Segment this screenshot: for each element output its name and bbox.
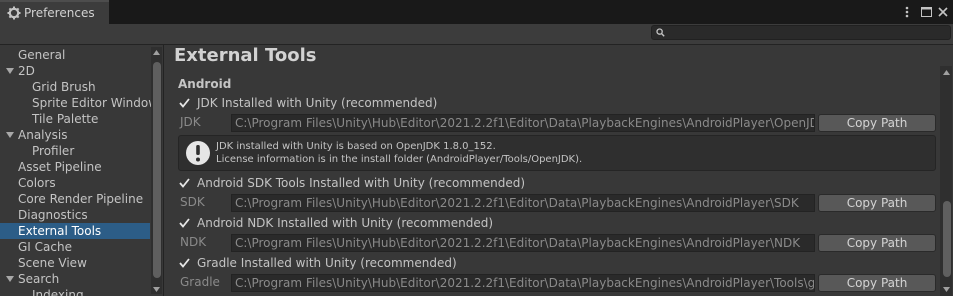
jdk-help-line-2: License information is in the install fo… <box>216 154 583 165</box>
scroll-up-icon[interactable] <box>151 47 162 57</box>
checkbox-checked-icon[interactable] <box>178 97 190 109</box>
ndk-checkbox-label: Android NDK Installed with Unity (recomm… <box>197 216 494 230</box>
sidebar-scroll-thumb[interactable] <box>153 62 161 278</box>
ndk-path-field[interactable]: C:\Program Files\Unity\Hub\Editor\2021.2… <box>231 234 815 252</box>
sidebar-item-tile-palette[interactable]: Tile Palette <box>32 111 98 127</box>
search-icon <box>656 28 665 37</box>
ndk-checkbox-row[interactable]: Android NDK Installed with Unity (recomm… <box>178 215 493 231</box>
close-icon[interactable] <box>936 4 950 20</box>
jdk-checkbox-row[interactable]: JDK Installed with Unity (recommended) <box>178 95 437 111</box>
preferences-content: External Tools Android JDK Installed wit… <box>164 45 953 296</box>
checkbox-checked-icon[interactable] <box>178 177 190 189</box>
ndk-copy-path-button[interactable]: Copy Path <box>818 234 936 252</box>
sidebar-item-asset-pipeline[interactable]: Asset Pipeline <box>18 159 102 175</box>
sidebar: General 2D Grid Brush Sprite Editor Wind… <box>0 45 163 296</box>
sidebar-item-grid-brush[interactable]: Grid Brush <box>32 79 96 95</box>
scroll-down-icon[interactable] <box>941 284 952 294</box>
gradle-checkbox-label: Gradle Installed with Unity (recommended… <box>197 256 457 270</box>
expand-arrow-icon[interactable] <box>6 63 14 79</box>
sidebar-item-indexing[interactable]: Indexing <box>32 287 84 296</box>
search-input[interactable] <box>651 25 951 40</box>
gradle-path-field[interactable]: C:\Program Files\Unity\Hub\Editor\2021.2… <box>231 274 815 292</box>
checkbox-checked-icon[interactable] <box>178 217 190 229</box>
sidebar-item-analysis[interactable]: Analysis <box>18 127 67 143</box>
gradle-checkbox-row[interactable]: Gradle Installed with Unity (recommended… <box>178 255 457 271</box>
expand-arrow-icon[interactable] <box>6 127 14 143</box>
ndk-field-label: NDK <box>180 235 207 249</box>
gradle-field-label: Gradle <box>180 275 220 289</box>
sidebar-item-diagnostics[interactable]: Diagnostics <box>18 207 88 223</box>
sdk-copy-path-button[interactable]: Copy Path <box>818 194 936 212</box>
jdk-field-label: JDK <box>180 115 201 129</box>
title-bar <box>0 0 953 24</box>
sidebar-item-scene-view[interactable]: Scene View <box>18 255 87 271</box>
jdk-path-field[interactable]: C:\Program Files\Unity\Hub\Editor\2021.2… <box>231 114 815 132</box>
sidebar-item-profiler[interactable]: Profiler <box>32 143 74 159</box>
sidebar-item-search[interactable]: Search <box>18 271 59 287</box>
preferences-tab[interactable]: Preferences <box>0 0 109 24</box>
scroll-down-icon[interactable] <box>151 284 162 294</box>
sdk-checkbox-label: Android SDK Tools Installed with Unity (… <box>197 176 526 190</box>
content-scroll-thumb[interactable] <box>943 201 951 277</box>
jdk-copy-path-button[interactable]: Copy Path <box>818 114 936 132</box>
maximize-icon[interactable] <box>919 4 933 20</box>
sdk-checkbox-row[interactable]: Android SDK Tools Installed with Unity (… <box>178 175 525 191</box>
kebab-menu-icon[interactable] <box>901 4 913 20</box>
sdk-field-label: SDK <box>180 195 205 209</box>
jdk-help-line-1: JDK installed with Unity is based on Ope… <box>216 141 496 152</box>
page-title: External Tools <box>174 45 317 66</box>
sidebar-item-sprite-editor-window[interactable]: Sprite Editor Window <box>32 95 158 111</box>
checkbox-checked-icon[interactable] <box>178 257 190 269</box>
sdk-path-field[interactable]: C:\Program Files\Unity\Hub\Editor\2021.2… <box>231 194 815 212</box>
info-icon <box>186 141 210 165</box>
jdk-checkbox-label: JDK Installed with Unity (recommended) <box>197 96 438 110</box>
expand-arrow-icon[interactable] <box>6 271 14 287</box>
sidebar-item-2d[interactable]: 2D <box>18 63 35 79</box>
sidebar-item-general[interactable]: General <box>18 47 65 63</box>
gear-icon <box>7 6 21 20</box>
sidebar-item-gi-cache[interactable]: GI Cache <box>18 239 72 255</box>
sidebar-item-external-tools[interactable]: External Tools <box>0 223 150 239</box>
window-title: Preferences <box>24 6 95 20</box>
gradle-copy-path-button[interactable]: Copy Path <box>818 274 936 292</box>
scroll-up-icon[interactable] <box>941 67 952 77</box>
sidebar-item-colors[interactable]: Colors <box>18 175 56 191</box>
section-header-android: Android <box>178 77 232 91</box>
sidebar-item-core-render-pipeline[interactable]: Core Render Pipeline <box>18 191 143 207</box>
jdk-help-box: JDK installed with Unity is based on Ope… <box>178 135 936 171</box>
